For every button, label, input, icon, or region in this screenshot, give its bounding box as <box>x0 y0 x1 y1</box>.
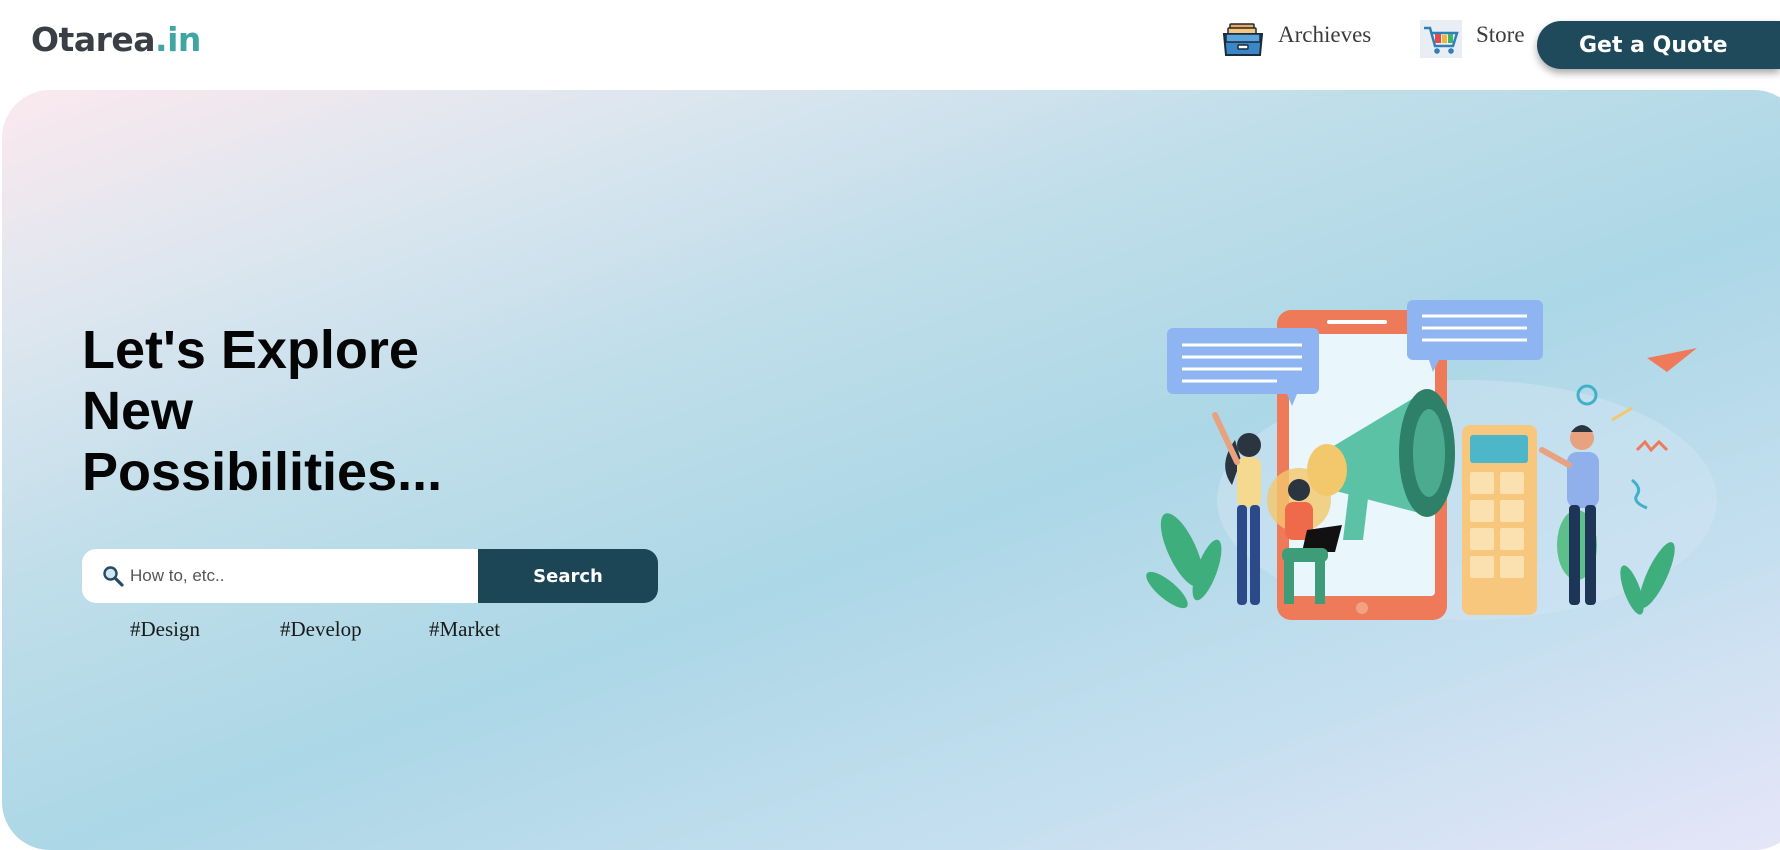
search-icon <box>102 565 124 587</box>
hero-title-line-1: Let's Explore <box>82 320 419 380</box>
search-field-wrapper[interactable] <box>82 549 478 603</box>
get-a-quote-button[interactable]: Get a Quote <box>1537 21 1780 69</box>
tag-market[interactable]: #Market <box>429 617 500 642</box>
marketing-megaphone-illustration <box>1137 290 1727 630</box>
site-logo[interactable]: Otarea.in <box>31 20 201 59</box>
hero-section: Let's Explore New Possibilities... Searc… <box>2 90 1780 850</box>
search-button[interactable]: Search <box>478 549 658 603</box>
nav-label-archieves: Archieves <box>1278 22 1372 47</box>
hero-title-line-3: Possibilities... <box>82 442 443 502</box>
site-header: Otarea.in Archieves Store Get a Quote <box>0 0 1780 88</box>
search-bar: Search <box>82 549 658 603</box>
logo-accent-text: .in <box>155 20 201 59</box>
nav-item-archieves[interactable]: Archieves <box>1222 20 1371 58</box>
logo-main-text: Otarea <box>31 20 156 59</box>
tag-develop[interactable]: #Develop <box>280 617 362 642</box>
nav-item-store[interactable]: Store <box>1420 20 1525 58</box>
tag-design[interactable]: #Design <box>130 617 200 642</box>
search-input[interactable] <box>130 566 470 586</box>
hero-title: Let's Explore New Possibilities... <box>82 320 442 503</box>
hero-title-line-2: New <box>82 381 194 441</box>
shopping-cart-icon <box>1420 20 1462 58</box>
archive-drawer-icon <box>1222 20 1264 58</box>
nav-label-store: Store <box>1476 22 1525 47</box>
